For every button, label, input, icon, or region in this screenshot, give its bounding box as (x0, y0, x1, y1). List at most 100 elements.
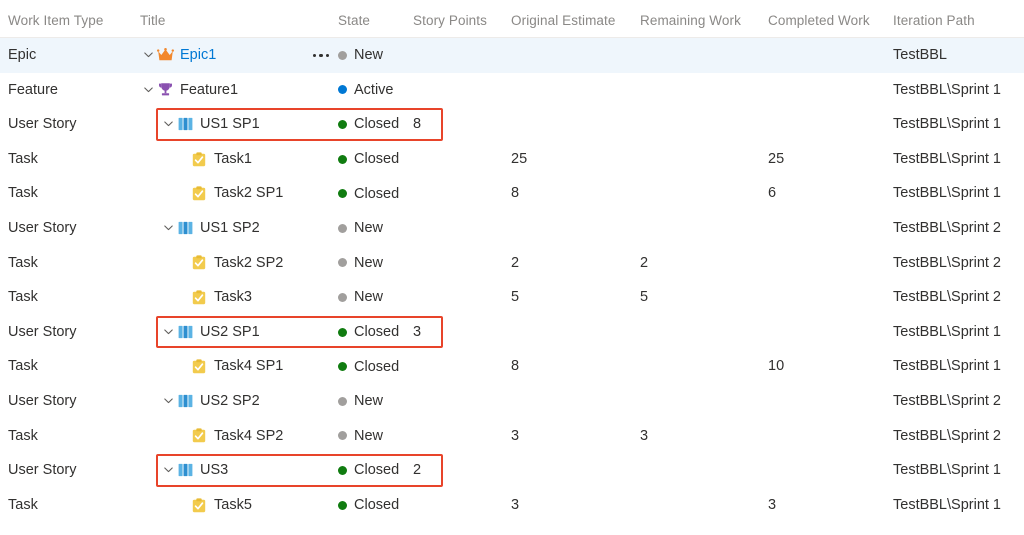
status-dot-icon (338, 223, 347, 233)
cell-title[interactable]: Feature1 (140, 73, 238, 108)
work-item-title-link[interactable]: Task2 SP1 (214, 176, 283, 211)
status-badge: Closed (354, 358, 400, 375)
row-context-menu-icon[interactable] (310, 38, 332, 73)
status-badge: Closed (354, 497, 400, 514)
cell-state: New (338, 38, 383, 73)
cell-title[interactable]: US2 SP1 (160, 315, 260, 350)
work-item-title-link[interactable]: US2 SP2 (200, 384, 260, 419)
book-icon (176, 453, 194, 488)
cell-title[interactable]: Task4 SP2 (190, 419, 283, 454)
cell-iteration-path: TestBBL\Sprint 1 (893, 323, 1001, 340)
task-icon (190, 488, 208, 523)
work-item-title-link[interactable]: US3 (200, 453, 228, 488)
cell-title[interactable]: US2 SP2 (160, 384, 260, 419)
status-badge: New (354, 427, 384, 444)
chevron-down-icon[interactable] (140, 38, 156, 73)
cell-iteration-path: TestBBL\Sprint 2 (893, 427, 1001, 444)
column-header-iteration-path[interactable]: Iteration Path (893, 13, 975, 28)
trophy-icon (156, 73, 174, 108)
book-icon (176, 107, 194, 142)
cell-title[interactable]: US1 SP1 (160, 107, 260, 142)
table-row[interactable]: Task Task4 SP2 New 3 3 TestBBL\Sprint 2 (0, 419, 1024, 454)
cell-title[interactable]: US1 SP2 (160, 211, 260, 246)
table-row[interactable]: Epic Epic1 New TestBBL (0, 38, 1024, 73)
cell-title[interactable]: Task5 (190, 488, 252, 523)
chevron-down-icon[interactable] (160, 453, 176, 488)
chevron-down-icon[interactable] (160, 315, 176, 350)
status-dot-icon (338, 189, 347, 199)
cell-remaining-work: 2 (640, 254, 649, 271)
cell-title[interactable]: Task1 (190, 142, 252, 177)
work-item-title-link[interactable]: US2 SP1 (200, 315, 260, 350)
table-row[interactable]: Feature Feature1 Active TestBBL\Sprint 1 (0, 73, 1024, 108)
cell-title[interactable]: Task2 SP2 (190, 246, 283, 281)
cell-state: Closed (338, 176, 399, 211)
work-item-title-link[interactable]: Feature1 (180, 73, 238, 108)
work-item-title-link[interactable]: Task4 SP2 (214, 419, 283, 454)
column-header-work-item-type[interactable]: Work Item Type (8, 13, 103, 28)
cell-story-points: 3 (413, 323, 422, 340)
status-dot-icon (338, 465, 347, 475)
cell-completed-work: 25 (768, 150, 785, 167)
table-row[interactable]: Task Task2 SP2 New 2 2 TestBBL\Sprint 2 (0, 246, 1024, 281)
table-row[interactable]: User Story US3 Closed 2 TestBBL\Sprint 1 (0, 453, 1024, 488)
table-row[interactable]: Task Task5 Closed 3 3 TestBBL\Sprint 1 (0, 488, 1024, 523)
status-badge: New (354, 47, 384, 64)
cell-title[interactable]: Epic1 (140, 38, 216, 73)
cell-iteration-path: TestBBL\Sprint 1 (893, 185, 1001, 202)
work-item-title-link[interactable]: US1 SP2 (200, 211, 260, 246)
cell-iteration-path: TestBBL\Sprint 2 (893, 392, 1001, 409)
cell-work-item-type: Task (8, 289, 38, 306)
table-row[interactable]: Task Task4 SP1 Closed 8 10 TestBBL\Sprint 1 (0, 349, 1024, 384)
cell-title[interactable]: US3 (160, 453, 228, 488)
work-item-title-link[interactable]: Epic1 (180, 38, 216, 73)
column-header-completed-work[interactable]: Completed Work (768, 13, 870, 28)
work-item-title-link[interactable]: Task5 (214, 488, 252, 523)
table-row[interactable]: User Story US1 SP1 Closed 8 TestBBL\Sprint 1 (0, 107, 1024, 142)
cell-iteration-path: TestBBL\Sprint 2 (893, 254, 1001, 271)
cell-state: New (338, 280, 383, 315)
table-row[interactable]: User Story US1 SP2 New TestBBL\Sprint 2 (0, 211, 1024, 246)
table-row[interactable]: User Story US2 SP2 New TestBBL\Sprint 2 (0, 384, 1024, 419)
chevron-down-icon[interactable] (160, 384, 176, 419)
status-dot-icon (338, 258, 347, 268)
cell-work-item-type: Task (8, 427, 38, 444)
cell-work-item-type: Epic (8, 47, 37, 63)
cell-title[interactable]: Task4 SP1 (190, 349, 283, 384)
table-row[interactable]: Task Task3 New 5 5 TestBBL\Sprint 2 (0, 280, 1024, 315)
cell-iteration-path: TestBBL (893, 47, 947, 63)
status-dot-icon (338, 396, 347, 406)
chevron-down-icon[interactable] (160, 107, 176, 142)
column-header-title[interactable]: Title (140, 13, 166, 28)
task-icon (190, 246, 208, 281)
work-item-title-link[interactable]: Task3 (214, 280, 252, 315)
chevron-down-icon[interactable] (160, 211, 176, 246)
cell-remaining-work: 5 (640, 289, 649, 306)
status-badge: Closed (354, 324, 400, 341)
table-row[interactable]: Task Task2 SP1 Closed 8 6 TestBBL\Sprint 1 (0, 176, 1024, 211)
column-header-state[interactable]: State (338, 13, 370, 28)
status-dot-icon (338, 431, 347, 441)
cell-original-estimate: 8 (511, 358, 520, 375)
work-item-title-link[interactable]: Task1 (214, 142, 252, 177)
column-header-story-points[interactable]: Story Points (413, 13, 487, 28)
task-icon (190, 280, 208, 315)
status-badge: Closed (354, 462, 400, 479)
task-icon (190, 349, 208, 384)
cell-work-item-type: Task (8, 496, 38, 513)
cell-story-points: 8 (413, 116, 422, 133)
table-row[interactable]: User Story US2 SP1 Closed 3 TestBBL\Sprint 1 (0, 315, 1024, 350)
chevron-down-icon[interactable] (140, 73, 156, 108)
cell-work-item-type: Task (8, 185, 38, 202)
work-item-title-link[interactable]: Task4 SP1 (214, 349, 283, 384)
table-row[interactable]: Task Task1 Closed 25 25 TestBBL\Sprint 1 (0, 142, 1024, 177)
column-header-remaining-work[interactable]: Remaining Work (640, 13, 741, 28)
cell-state: Closed (338, 488, 399, 523)
work-item-title-link[interactable]: US1 SP1 (200, 107, 260, 142)
column-header-original-estimate[interactable]: Original Estimate (511, 13, 616, 28)
cell-title[interactable]: Task3 (190, 280, 252, 315)
cell-completed-work: 6 (768, 185, 777, 202)
work-item-title-link[interactable]: Task2 SP2 (214, 246, 283, 281)
cell-title[interactable]: Task2 SP1 (190, 176, 283, 211)
status-dot-icon (338, 85, 347, 95)
